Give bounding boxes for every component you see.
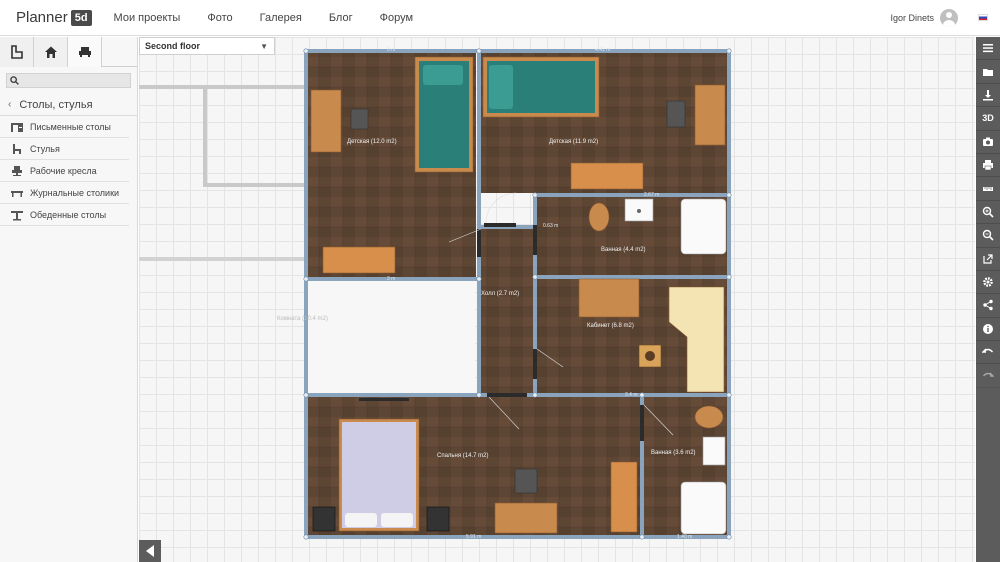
nav-forum[interactable]: Форум (380, 12, 413, 24)
room-label-bathroom-2: Ванная (3.6 m2) (651, 450, 696, 456)
top-navigation-bar: Planner 5d Мои проекты Фото Галерея Блог… (0, 0, 1000, 36)
room-label-kids-1: Детская (12.0 m2) (347, 139, 397, 145)
armchair-icon (78, 47, 91, 57)
category-title: Столы, стулья (19, 98, 93, 111)
chair-icon (13, 143, 21, 154)
search-icon (10, 76, 19, 85)
category-item-dining-tables[interactable]: Обеденные столы (0, 204, 129, 226)
room-label-hall: Холл (2.7 m2) (481, 291, 519, 297)
undo-button[interactable] (976, 341, 1000, 365)
planner5d-logo[interactable]: Planner 5d (16, 9, 92, 26)
save-button[interactable] (976, 84, 1000, 108)
menu-button[interactable] (976, 37, 1000, 61)
avatar-icon[interactable] (940, 9, 958, 27)
share-icon (983, 300, 993, 311)
collapse-panel-button[interactable] (139, 540, 161, 562)
dimension-label: 4.41 m (595, 47, 610, 53)
category-item-label: Стулья (30, 143, 60, 154)
snapshot-button[interactable] (976, 131, 1000, 154)
category-item-coffee-tables[interactable]: Журнальные столики (0, 182, 129, 204)
tab-furniture[interactable] (68, 37, 102, 67)
category-item-desks[interactable]: Письменные столы (0, 116, 129, 138)
category-item-label: Рабочие кресла (30, 165, 97, 176)
room-label-empty-room: Комната (10.4 m2) (277, 316, 328, 322)
room-label-kids-2: Детская (11.9 m2) (549, 139, 598, 145)
nav-my-projects[interactable]: Мои проекты (114, 12, 181, 24)
dining-table-icon (11, 210, 23, 220)
view-3d-button[interactable]: 3D (976, 107, 1000, 131)
zoom-out-icon (982, 230, 994, 241)
category-back-header[interactable]: ‹ Столы, стулья (0, 94, 137, 116)
redo-icon (982, 372, 994, 377)
nav-gallery[interactable]: Галерея (260, 12, 302, 24)
coffee-table-icon (11, 190, 23, 197)
settings-button[interactable] (976, 271, 1000, 295)
hall-floor[interactable] (481, 227, 536, 397)
user-name: Igor Dinets (890, 13, 934, 23)
main-nav: Мои проекты Фото Галерея Блог Форум (114, 12, 440, 24)
info-icon (983, 323, 993, 334)
logo-text: Planner (16, 9, 68, 26)
redo-button[interactable] (976, 364, 1000, 388)
category-item-label: Обеденные столы (30, 209, 107, 220)
category-item-chairs[interactable]: Стулья (0, 138, 129, 160)
dimension-label: 1.40 m (677, 534, 692, 540)
zoom-out-button[interactable] (976, 224, 1000, 248)
dimension-label: 2.67 m (644, 192, 659, 198)
right-toolbar: 3D (976, 37, 1000, 562)
tab-building[interactable] (34, 37, 68, 67)
search-input[interactable] (22, 75, 122, 86)
plan-canvas[interactable]: Second floor ▼ Детская (12.0 m2) Детская… (139, 37, 975, 562)
catalog-search[interactable] (6, 73, 131, 88)
view-3d-label: 3D (982, 113, 994, 124)
download-icon (983, 89, 993, 101)
office-chair-icon (12, 165, 22, 176)
room-shape-icon (10, 45, 23, 59)
dimension-label: 5.91 m (466, 534, 481, 540)
category-item-office-chairs[interactable]: Рабочие кресла (0, 160, 129, 182)
tab-rooms[interactable] (0, 37, 34, 67)
measure-button[interactable] (976, 177, 1000, 201)
zoom-in-icon (982, 206, 994, 218)
print-button[interactable] (976, 154, 1000, 178)
dimension-label: 3 m (387, 47, 395, 53)
print-icon (983, 160, 993, 171)
menu-icon (983, 44, 993, 53)
room-label-bathroom-1: Ванная (4.4 m2) (601, 247, 646, 253)
open-project-button[interactable] (976, 60, 1000, 84)
empty-room-floor[interactable] (308, 280, 475, 394)
nav-photo[interactable]: Фото (207, 12, 232, 24)
room-label-bedroom: Спальня (14.7 m2) (437, 453, 488, 459)
catalog-panel: ‹ Столы, стулья Письменные столы Стулья … (0, 37, 138, 562)
camera-icon (983, 137, 993, 146)
dimension-label: 0.63 m (543, 223, 558, 229)
share-button[interactable] (976, 294, 1000, 318)
ruler-icon (983, 186, 993, 191)
zoom-in-button[interactable] (976, 201, 1000, 225)
external-link-icon (983, 254, 993, 264)
dimension-label: 3 m (387, 276, 395, 282)
home-icon (44, 46, 57, 58)
desk-icon (11, 122, 23, 132)
category-item-label: Письменные столы (30, 121, 111, 132)
settings-icon (983, 277, 993, 287)
category-item-label: Журнальные столики (30, 187, 120, 198)
info-button[interactable] (976, 318, 1000, 342)
nav-blog[interactable]: Блог (329, 12, 353, 24)
room-label-office: Кабинет (6.8 m2) (587, 323, 634, 329)
mode-tabs (0, 37, 137, 67)
folder-icon (983, 68, 993, 76)
export-button[interactable] (976, 248, 1000, 271)
floor-plan[interactable]: Детская (12.0 m2) Детская (11.9 m2) Ванн… (139, 37, 975, 562)
logo-badge: 5d (70, 9, 92, 26)
undo-icon (982, 348, 994, 353)
language-flag-icon[interactable] (978, 14, 988, 21)
user-menu[interactable]: Igor Dinets (890, 0, 958, 36)
dimension-label: 3.4 m (625, 392, 638, 398)
chevron-left-icon: ‹ (8, 99, 12, 110)
